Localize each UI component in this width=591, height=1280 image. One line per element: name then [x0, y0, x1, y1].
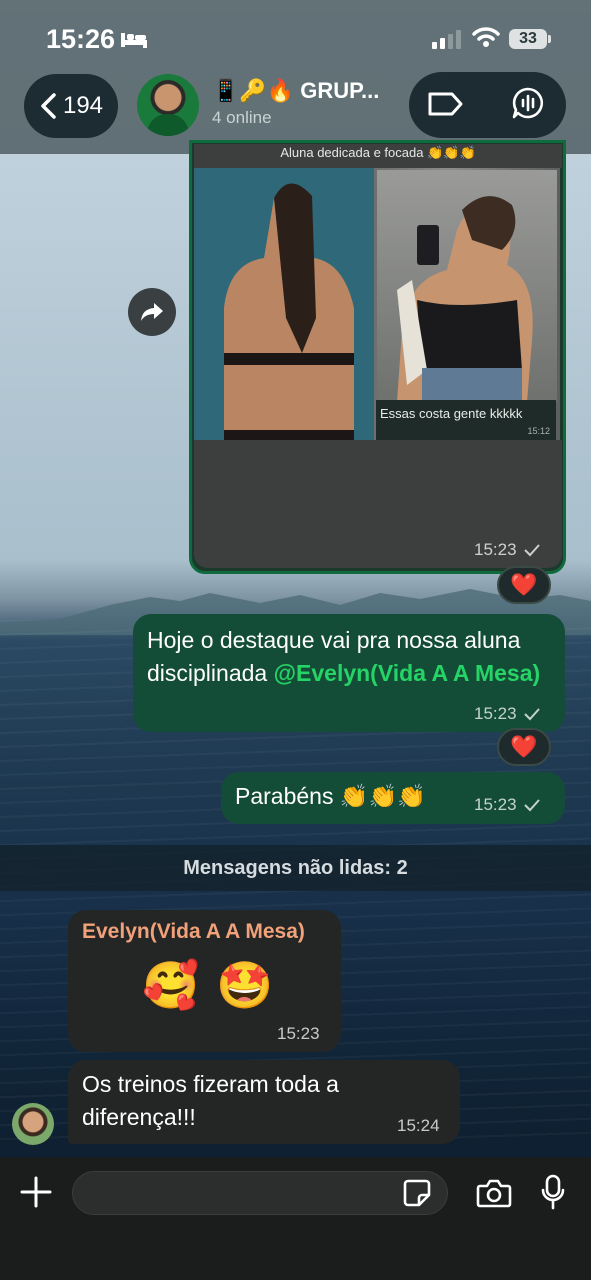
highlight-message-time: 15:23 — [474, 704, 517, 723]
photo-elevator[interactable]: Essas costa gente kkkkk 15:12 — [374, 168, 560, 443]
group-name[interactable]: 📱🔑🔥 GRUP... — [212, 78, 379, 104]
sleep-focus-icon — [121, 33, 147, 48]
wifi-icon — [472, 27, 500, 47]
plus-icon[interactable] — [20, 1176, 52, 1208]
unread-count: 194 — [62, 92, 104, 119]
status-time: 15:26 — [46, 24, 116, 54]
cellular-signal-icon — [432, 30, 461, 49]
unread-divider: Mensagens não lidas: 2 — [0, 845, 591, 891]
sender-avatar[interactable] — [12, 1103, 54, 1145]
photo-caption: Essas costa gente kkkkk 15:12 — [376, 400, 556, 440]
forward-arrow-icon — [141, 303, 163, 321]
battery-indicator: 33 — [509, 29, 547, 49]
camera-icon[interactable] — [476, 1178, 512, 1208]
photo-caption-time: 15:12 — [527, 426, 550, 436]
incoming-message-time: 15:23 — [277, 1024, 320, 1043]
media-message-meta: 15:23 — [474, 540, 541, 560]
label-tag-icon[interactable] — [426, 90, 464, 118]
reaction-heart[interactable]: ❤️ — [497, 728, 551, 766]
media-header-text: Aluna dedicada e focada 👏👏👏 — [194, 144, 562, 168]
microphone-icon[interactable] — [540, 1174, 566, 1210]
battery-tip — [548, 35, 551, 43]
emoji-content: 🥰 🤩 — [142, 959, 276, 1011]
incoming-message-bubble[interactable]: Evelyn(Vida A A Mesa) 🥰 🤩 15:23 — [68, 910, 341, 1052]
photo-elevator-image — [397, 196, 533, 402]
message-input[interactable] — [72, 1171, 448, 1215]
reaction-heart[interactable]: ❤️ — [497, 566, 551, 604]
chevron-left-icon — [41, 93, 56, 119]
photo-beach[interactable] — [194, 168, 374, 443]
forward-button[interactable] — [128, 288, 176, 336]
highlight-message-meta: 15:23 — [474, 704, 541, 724]
group-avatar[interactable] — [137, 74, 199, 136]
sent-check-icon — [523, 544, 540, 557]
incoming-message-text: Os treinos fizeram toda a diferença!!! — [82, 1071, 339, 1130]
media-message-time: 15:23 — [474, 540, 517, 559]
sender-name[interactable]: Evelyn(Vida A A Mesa) — [82, 920, 305, 944]
sticker-icon[interactable] — [402, 1178, 432, 1208]
mention-link[interactable]: @Evelyn(Vida A A Mesa) — [274, 660, 541, 686]
sent-check-icon — [523, 708, 540, 721]
back-button[interactable]: 194 — [24, 74, 118, 138]
highlight-message-text: Hoje o destaque vai pra nossa aluna disc… — [147, 624, 557, 690]
sent-check-icon — [523, 799, 540, 812]
photo-beach-image — [194, 168, 374, 443]
incoming-message-time: 15:24 — [397, 1116, 440, 1135]
voice-chat-icon[interactable] — [511, 86, 545, 120]
congrats-message-time: 15:23 — [474, 795, 517, 814]
photo-caption-text: Essas costa gente kkkkk — [380, 406, 523, 421]
congrats-message-meta: 15:23 — [474, 795, 541, 815]
incoming-message-bubble[interactable]: Os treinos fizeram toda a diferença!!! 1… — [68, 1060, 460, 1144]
congrats-message-text: Parabéns 👏👏👏 — [235, 783, 426, 809]
online-status: 4 online — [212, 108, 272, 127]
